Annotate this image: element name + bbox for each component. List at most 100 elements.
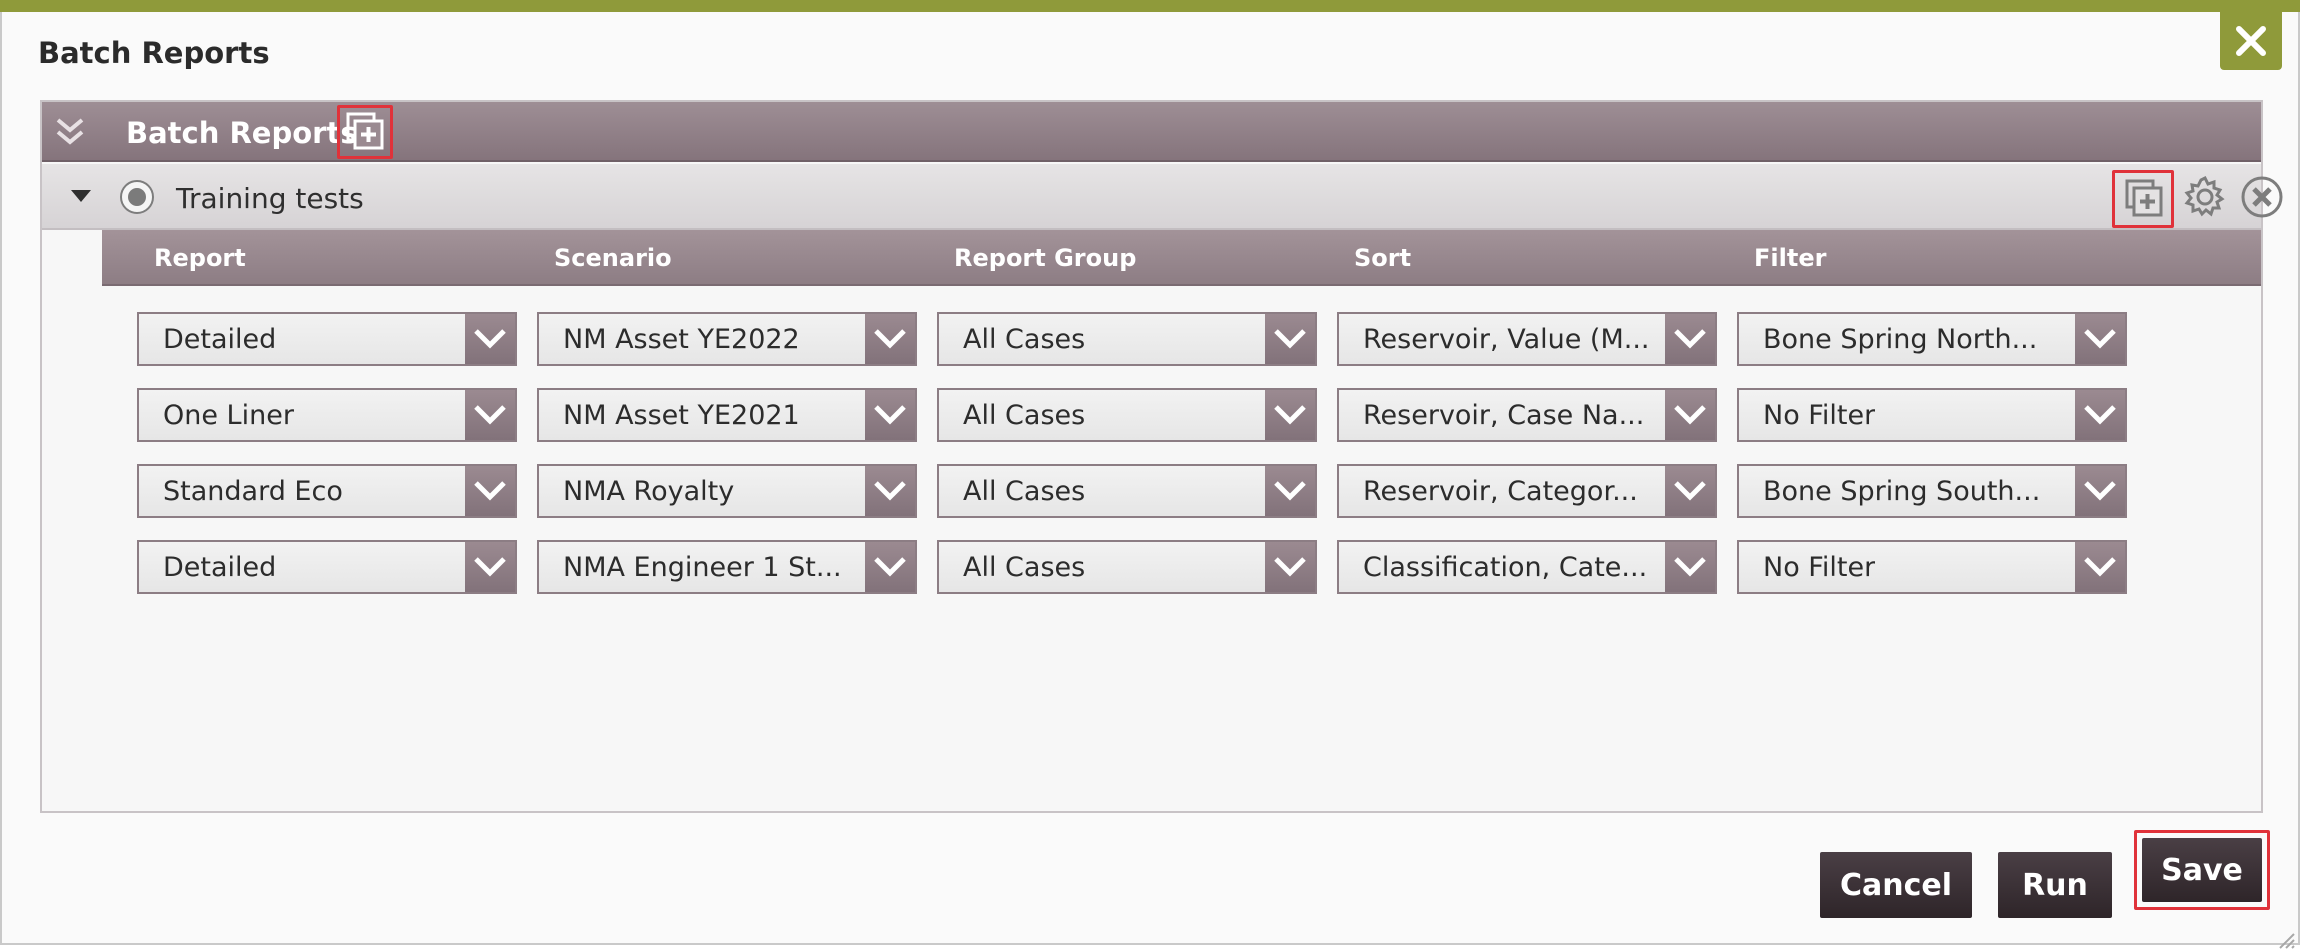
dropdown-arrow[interactable] bbox=[865, 390, 915, 440]
report-group-dropdown[interactable]: All Cases bbox=[937, 540, 1317, 594]
dropdown-arrow[interactable] bbox=[1265, 390, 1315, 440]
chevron-down-icon bbox=[874, 329, 906, 349]
batch-reports-dialog: Batch Reports Batch Reports Training tes… bbox=[0, 12, 2300, 949]
filter-value: Bone Spring North... bbox=[1763, 324, 2038, 355]
column-header-report: Report bbox=[154, 244, 246, 272]
dropdown-arrow[interactable] bbox=[1665, 466, 1715, 516]
column-header-scenario: Scenario bbox=[554, 244, 672, 272]
sort-value: Reservoir, Categor... bbox=[1363, 476, 1638, 507]
chevron-down-icon bbox=[1274, 329, 1306, 349]
report-group-value: All Cases bbox=[963, 400, 1086, 431]
filter-dropdown[interactable]: No Filter bbox=[1737, 388, 2127, 442]
group-title: Training tests bbox=[176, 182, 364, 215]
sort-value: Reservoir, Case Na... bbox=[1363, 400, 1645, 431]
report-group-dropdown[interactable]: All Cases bbox=[937, 388, 1317, 442]
report-dropdown[interactable]: Detailed bbox=[137, 312, 517, 366]
dropdown-arrow[interactable] bbox=[465, 466, 515, 516]
report-value: Detailed bbox=[163, 552, 277, 583]
sort-dropdown[interactable]: Reservoir, Case Na... bbox=[1337, 388, 1717, 442]
report-dropdown[interactable]: One Liner bbox=[137, 388, 517, 442]
dropdown-arrow[interactable] bbox=[865, 466, 915, 516]
filter-value: No Filter bbox=[1763, 552, 1876, 583]
sort-value: Classification, Cate... bbox=[1363, 552, 1648, 583]
dropdown-arrow[interactable] bbox=[465, 390, 515, 440]
chevron-down-icon bbox=[2084, 405, 2116, 425]
chevron-down-icon bbox=[1674, 557, 1706, 577]
dialog-title: Batch Reports bbox=[38, 36, 270, 70]
chevron-down-icon bbox=[1274, 557, 1306, 577]
report-dropdown[interactable]: Standard Eco bbox=[137, 464, 517, 518]
dropdown-arrow[interactable] bbox=[465, 542, 515, 592]
group-actions bbox=[2102, 170, 2283, 228]
filter-dropdown[interactable]: Bone Spring South... bbox=[1737, 464, 2127, 518]
scenario-value: NMA Royalty bbox=[563, 476, 735, 507]
filter-value: No Filter bbox=[1763, 400, 1876, 431]
dropdown-arrow[interactable] bbox=[1265, 314, 1315, 364]
add-batch-button[interactable] bbox=[337, 105, 393, 159]
run-button[interactable]: Run bbox=[1998, 852, 2112, 918]
chevron-down-icon bbox=[874, 481, 906, 501]
dropdown-arrow[interactable] bbox=[2075, 390, 2125, 440]
add-copy-icon bbox=[2125, 179, 2163, 217]
chevron-down-icon bbox=[474, 405, 506, 425]
chevron-down-icon bbox=[474, 557, 506, 577]
scenario-value: NM Asset YE2021 bbox=[563, 400, 800, 431]
filter-dropdown[interactable]: No Filter bbox=[1737, 540, 2127, 594]
double-chevron-down-icon[interactable] bbox=[52, 114, 88, 150]
sort-value: Reservoir, Value (M... bbox=[1363, 324, 1650, 355]
report-dropdown[interactable]: Detailed bbox=[137, 540, 517, 594]
batch-group-row[interactable]: Training tests bbox=[42, 164, 2283, 230]
dropdown-arrow[interactable] bbox=[2075, 542, 2125, 592]
filter-value: Bone Spring South... bbox=[1763, 476, 2041, 507]
report-group-value: All Cases bbox=[963, 552, 1086, 583]
column-header-filter: Filter bbox=[1754, 244, 1827, 272]
scenario-dropdown[interactable]: NMA Engineer 1 St... bbox=[537, 540, 917, 594]
sort-dropdown[interactable]: Reservoir, Categor... bbox=[1337, 464, 1717, 518]
resize-grip-icon[interactable] bbox=[2274, 928, 2296, 950]
report-value: Detailed bbox=[163, 324, 277, 355]
chevron-down-icon bbox=[874, 405, 906, 425]
dropdown-arrow[interactable] bbox=[1265, 542, 1315, 592]
batch-reports-panel: Batch Reports Training tests Report Scen… bbox=[40, 100, 2283, 813]
chevron-down-icon bbox=[1674, 481, 1706, 501]
chevron-down-icon bbox=[474, 329, 506, 349]
circle-x-icon[interactable] bbox=[2240, 175, 2284, 219]
scenario-dropdown[interactable]: NMA Royalty bbox=[537, 464, 917, 518]
chevron-down-icon bbox=[1274, 481, 1306, 501]
dropdown-arrow[interactable] bbox=[2075, 314, 2125, 364]
chevron-down-icon bbox=[874, 557, 906, 577]
cancel-button[interactable]: Cancel bbox=[1820, 852, 1972, 918]
report-value: One Liner bbox=[163, 400, 294, 431]
dropdown-arrow[interactable] bbox=[2075, 466, 2125, 516]
filter-dropdown[interactable]: Bone Spring North... bbox=[1737, 312, 2127, 366]
sort-dropdown[interactable]: Reservoir, Value (M... bbox=[1337, 312, 1717, 366]
chevron-down-icon bbox=[474, 481, 506, 501]
dropdown-arrow[interactable] bbox=[465, 314, 515, 364]
report-table-header: Report Scenario Report Group Sort Filter bbox=[102, 230, 2261, 286]
caret-down-icon[interactable] bbox=[70, 188, 92, 204]
group-select-radio[interactable] bbox=[120, 180, 154, 214]
dropdown-arrow[interactable] bbox=[1265, 466, 1315, 516]
panel-title: Batch Reports bbox=[126, 116, 358, 150]
report-group-dropdown[interactable]: All Cases bbox=[937, 464, 1317, 518]
gear-icon[interactable] bbox=[2182, 174, 2228, 220]
scenario-value: NM Asset YE2022 bbox=[563, 324, 800, 355]
panel-header: Batch Reports bbox=[42, 102, 2261, 162]
report-group-dropdown[interactable]: All Cases bbox=[937, 312, 1317, 366]
close-button[interactable] bbox=[2220, 12, 2282, 70]
dropdown-arrow[interactable] bbox=[1665, 542, 1715, 592]
sort-dropdown[interactable]: Classification, Cate... bbox=[1337, 540, 1717, 594]
close-icon bbox=[2236, 26, 2266, 56]
dropdown-arrow[interactable] bbox=[1665, 314, 1715, 364]
dropdown-arrow[interactable] bbox=[865, 314, 915, 364]
column-header-sort: Sort bbox=[1354, 244, 1412, 272]
chevron-down-icon bbox=[1674, 405, 1706, 425]
save-button[interactable]: Save bbox=[2142, 838, 2262, 902]
scenario-dropdown[interactable]: NM Asset YE2021 bbox=[537, 388, 917, 442]
scenario-value: NMA Engineer 1 St... bbox=[563, 552, 842, 583]
dropdown-arrow[interactable] bbox=[1665, 390, 1715, 440]
add-report-button[interactable] bbox=[2112, 170, 2174, 228]
chevron-down-icon bbox=[2084, 557, 2116, 577]
dropdown-arrow[interactable] bbox=[865, 542, 915, 592]
scenario-dropdown[interactable]: NM Asset YE2022 bbox=[537, 312, 917, 366]
